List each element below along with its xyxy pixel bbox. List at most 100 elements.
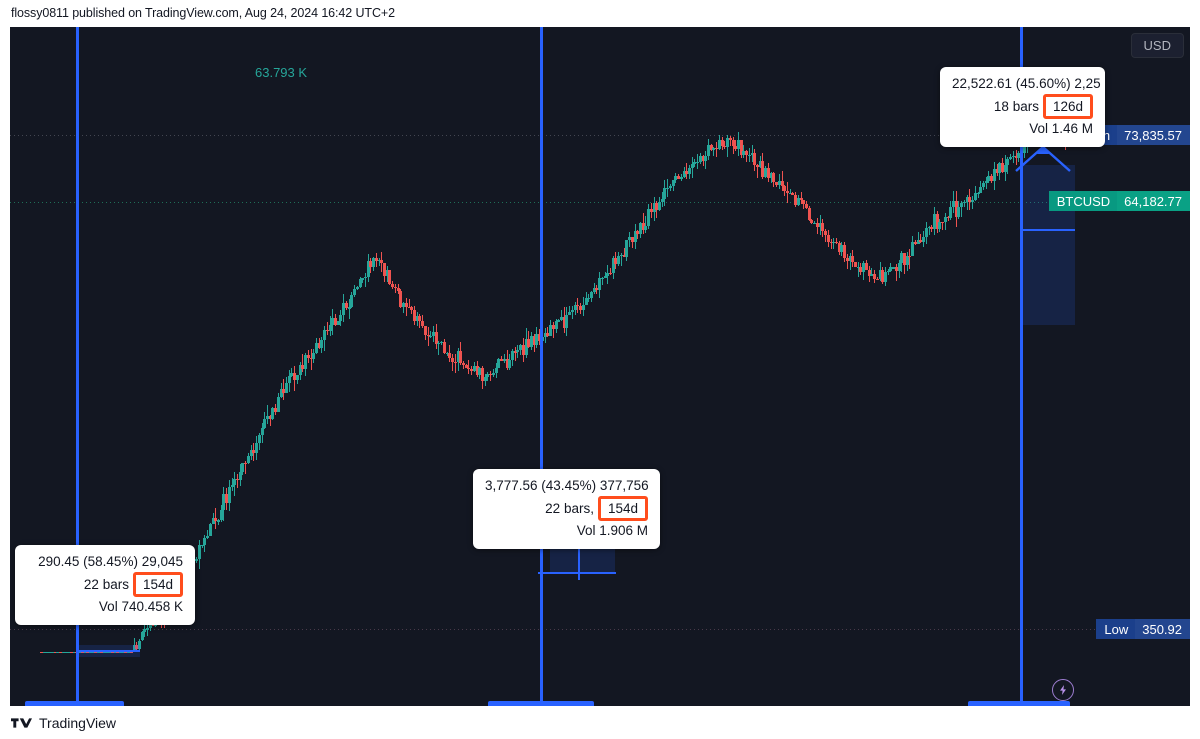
candle-wick <box>147 623 148 637</box>
candle-wick <box>833 238 834 249</box>
footer-brand: TradingView <box>39 714 117 731</box>
candle-body <box>957 207 960 217</box>
measurement-3-bars: 18 bars <box>993 98 1039 114</box>
candle-body <box>296 375 299 381</box>
candle-body <box>658 201 661 211</box>
candle-body <box>443 341 446 354</box>
candle-body <box>508 359 511 369</box>
currency-pill[interactable]: USD <box>1130 33 1184 58</box>
measurement-region-3[interactable] <box>1023 165 1075 325</box>
candle-body <box>323 329 326 340</box>
candle-wick <box>964 199 965 207</box>
header-bar: flossy0811 published on TradingView.com,… <box>0 0 1200 26</box>
candle-body <box>255 443 258 453</box>
candle-wick <box>468 359 469 375</box>
candle-wick <box>406 298 407 316</box>
chart-pane[interactable]: 63.793 K USD High 73,835.57 BTCUSD 64,18… <box>10 27 1190 706</box>
candle-body <box>669 185 672 188</box>
measurement-tooltip-1[interactable]: 290.45 (58.45%) 29,045 22 bars 154d Vol … <box>15 545 195 625</box>
candle-body <box>217 520 220 522</box>
footer-bar: TradingView <box>0 706 1200 739</box>
candle-body <box>277 396 280 412</box>
candle-body <box>843 244 846 259</box>
measurement-line-1 <box>78 650 140 652</box>
candle-body <box>876 278 879 281</box>
candle-body <box>884 271 887 282</box>
candle-body <box>320 339 323 349</box>
scale-top-value: 63.793 K <box>255 65 308 80</box>
candle-body <box>601 278 604 280</box>
candle-wick <box>697 153 698 169</box>
publisher-info: flossy0811 published on TradingView.com,… <box>11 6 395 20</box>
chart-frame[interactable]: 63.793 K USD High 73,835.57 BTCUSD 64,18… <box>10 27 1190 706</box>
candle-body <box>247 455 250 464</box>
candle-body <box>617 256 620 264</box>
candle-body <box>198 545 201 560</box>
candle-body <box>772 173 775 183</box>
candle-body <box>288 376 291 383</box>
candle-body <box>644 225 647 231</box>
candle-wick <box>490 370 491 381</box>
candle-wick <box>455 353 456 373</box>
price-label-low[interactable]: Low 350.92 <box>1096 619 1190 639</box>
candle-body <box>492 373 495 375</box>
candle-body <box>963 201 966 203</box>
candle-body <box>663 187 666 199</box>
candle-body <box>350 295 353 308</box>
measurement-1-bars: 22 bars <box>83 576 129 592</box>
measurement-tooltip-2[interactable]: 3,777.56 (43.45%) 377,756 22 bars, 154d … <box>473 469 660 549</box>
candle-body <box>209 524 212 536</box>
candle-body <box>911 242 914 257</box>
candle-body <box>356 286 359 289</box>
candle-body <box>285 382 288 393</box>
candle-body <box>625 240 628 258</box>
measurement-3-line1: 22,522.61 (45.60%) 2,25 <box>952 76 1101 91</box>
candle-wick <box>847 254 848 269</box>
candle-body <box>146 628 149 630</box>
candle-body <box>339 315 342 322</box>
candle-body <box>429 336 432 338</box>
candle-body <box>680 177 683 180</box>
candle-body <box>941 222 944 224</box>
candle-body <box>1006 159 1009 166</box>
candle-wick <box>972 195 973 209</box>
candle-body <box>258 435 261 444</box>
candle-wick <box>365 273 366 287</box>
measurement-1-volume: Vol 740.458 K <box>98 599 183 614</box>
candle-body <box>424 326 427 336</box>
candle-body <box>263 419 266 428</box>
candle-body <box>241 463 244 472</box>
candle-body <box>666 187 669 189</box>
candle-body <box>495 367 498 374</box>
price-label-low-tag: Low <box>1096 619 1136 639</box>
measurement-tooltip-3[interactable]: 22,522.61 (45.60%) 2,25 18 bars 126d Vol… <box>940 67 1105 147</box>
price-label-ticker-tag: BTCUSD <box>1048 191 1118 211</box>
tradingview-logo-icon <box>11 717 32 728</box>
candle-body <box>388 270 391 284</box>
lightning-bolt-icon[interactable] <box>1052 679 1074 701</box>
candle-body <box>925 227 928 238</box>
candle-body <box>555 320 558 329</box>
candle-body <box>516 349 519 352</box>
candle-body <box>203 538 206 545</box>
candle-body <box>361 278 364 280</box>
candle-body <box>195 559 198 561</box>
candle-body <box>364 277 367 279</box>
measurement-2-bars: 22 bars, <box>545 500 594 516</box>
candle-wick <box>645 215 646 233</box>
price-label-ticker-value: 64,182.77 <box>1117 191 1190 211</box>
vertical-marker-2[interactable] <box>540 27 543 706</box>
candle-body <box>748 154 751 156</box>
candle-wick <box>327 322 328 336</box>
candle-body <box>753 153 756 166</box>
price-label-ticker[interactable]: BTCUSD 64,182.77 <box>1048 191 1190 211</box>
candle-body <box>590 291 593 298</box>
candle-body <box>206 535 209 539</box>
candle-body <box>971 200 974 202</box>
candle-body <box>353 288 356 296</box>
candle-wick <box>831 238 832 250</box>
price-label-high-value: 73,835.57 <box>1117 125 1190 145</box>
measurement-3-days: 126d <box>1042 94 1093 119</box>
screenshot-root: flossy0811 published on TradingView.com,… <box>0 0 1200 739</box>
candle-body <box>821 222 824 231</box>
